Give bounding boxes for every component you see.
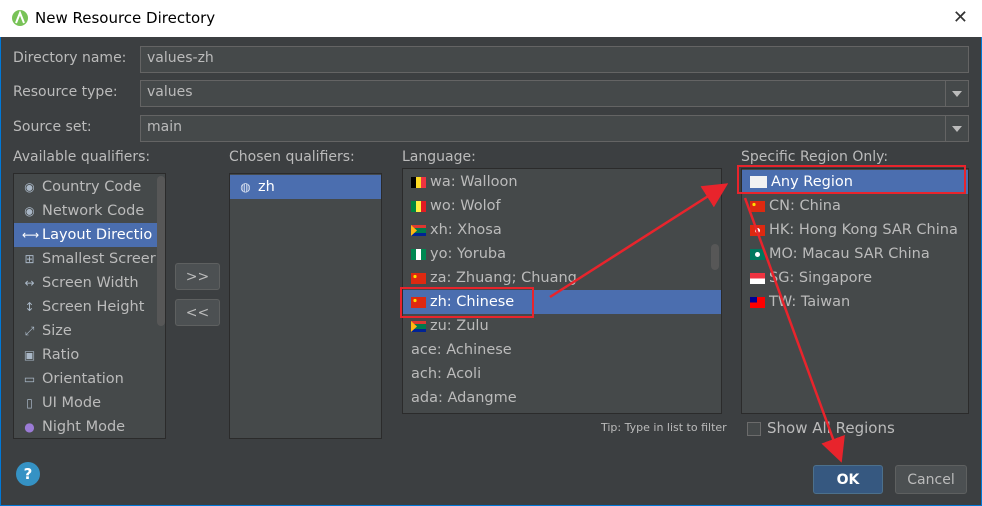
- annotation-arrow-to-ok: [743, 197, 845, 463]
- annotation-arrow-to-region: [549, 183, 729, 299]
- annotation-arrows: [549, 183, 845, 463]
